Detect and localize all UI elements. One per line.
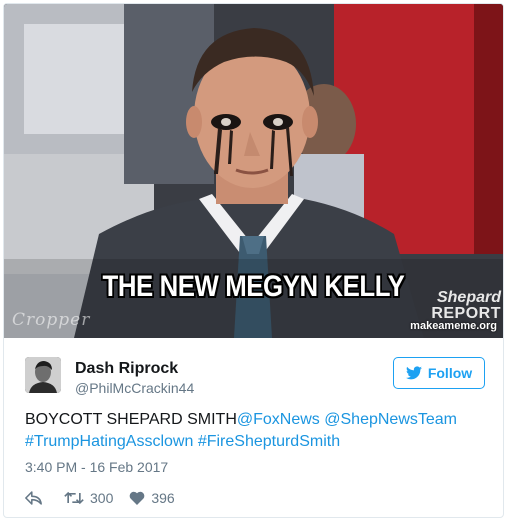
avatar-image	[25, 357, 61, 393]
author-name[interactable]: Dash Riprock	[75, 360, 178, 378]
follow-label: Follow	[427, 365, 473, 381]
tweet-text: BOYCOTT SHEPARD SMITH@FoxNews @ShepNewsT…	[25, 409, 485, 453]
tweet-text-plain: BOYCOTT SHEPARD SMITH	[25, 411, 237, 428]
retweet-button[interactable]: 300	[64, 490, 113, 506]
mention-foxnews[interactable]: @FoxNews	[237, 411, 320, 428]
tweet-body: Dash Riprock @PhilMcCrackin44 Follow BOY…	[4, 338, 503, 517]
show-logo-line1: Shepard	[436, 289, 501, 306]
mention-shepnewsteam[interactable]: @ShepNewsTeam	[324, 411, 457, 428]
reply-icon	[25, 491, 42, 505]
avatar[interactable]	[25, 357, 61, 393]
twitter-bird-icon	[405, 366, 422, 380]
hashtag-fireshepturdsmith[interactable]: #FireShepturdSmith	[198, 433, 340, 450]
like-button[interactable]: 396	[129, 490, 175, 506]
tweet-card: THE NEW MEGYN KELLY Cropper Shepard REPO…	[3, 3, 504, 518]
tweet-timestamp[interactable]: 3:40 PM - 16 Feb 2017	[25, 459, 168, 475]
follow-button[interactable]: Follow	[393, 357, 485, 389]
retweet-icon	[64, 491, 84, 505]
cropper-watermark: Cropper	[12, 310, 91, 330]
reply-button[interactable]	[25, 491, 42, 505]
retweet-count: 300	[90, 490, 114, 506]
hashtag-trumphatingassclown[interactable]: #TrumpHatingAssclown	[25, 433, 193, 450]
tweet-media-image[interactable]: THE NEW MEGYN KELLY Cropper Shepard REPO…	[4, 4, 503, 338]
meme-caption: THE NEW MEGYN KELLY	[102, 270, 405, 303]
author-handle[interactable]: @PhilMcCrackin44	[75, 380, 194, 396]
makeameme-watermark: makeameme.org	[410, 320, 497, 332]
tweet-actions: 300 396	[25, 488, 175, 508]
heart-icon	[130, 491, 145, 505]
show-logo: Shepard REPORT	[431, 290, 501, 322]
like-count: 396	[151, 490, 175, 506]
